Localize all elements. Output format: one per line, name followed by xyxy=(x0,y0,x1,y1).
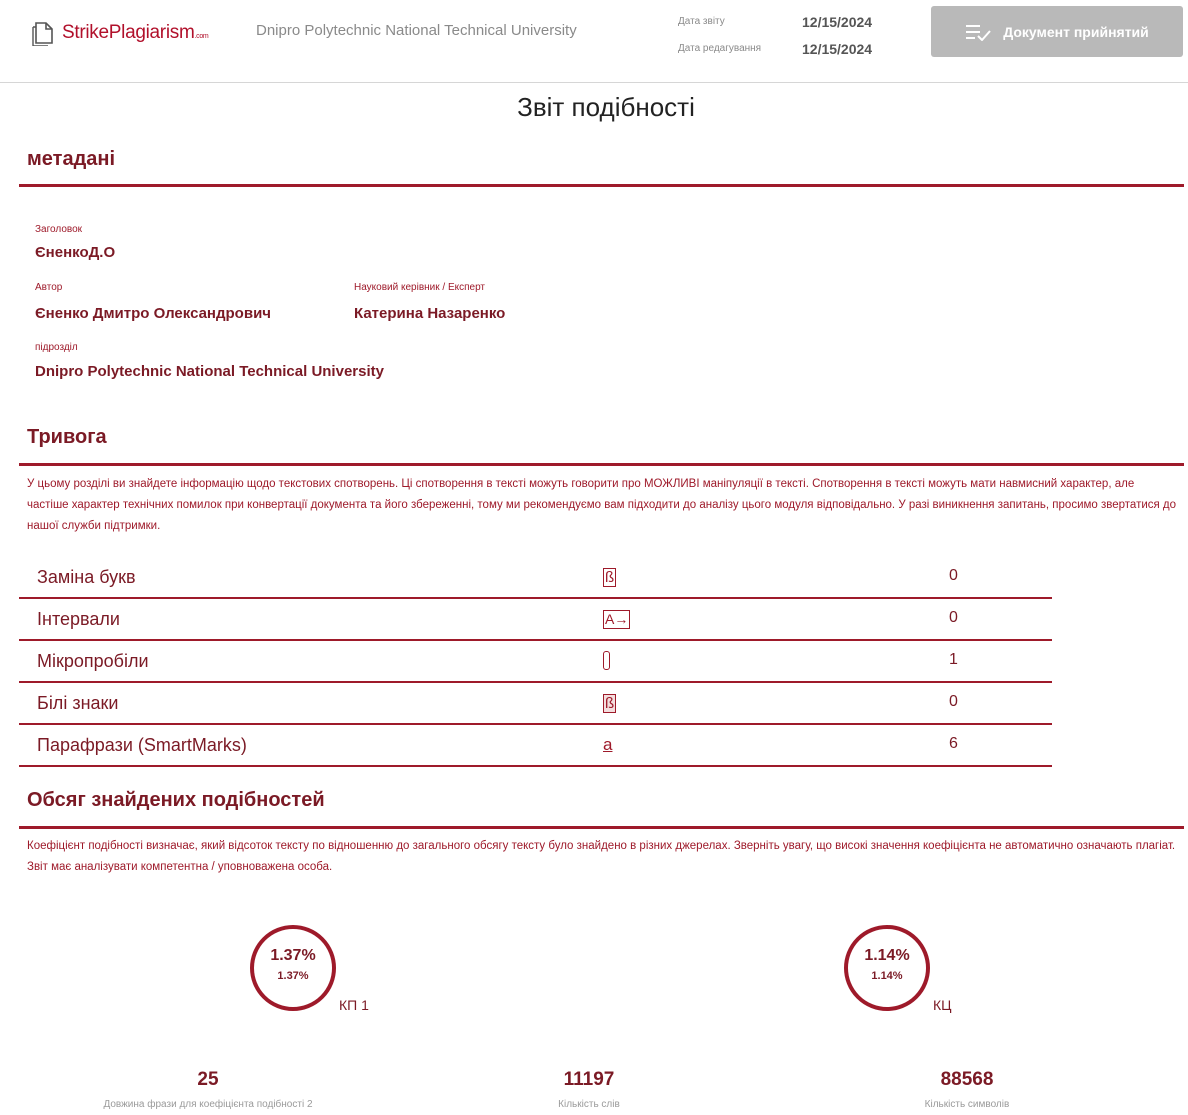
alert-row-micro-spaces: Мікропробіли 1 xyxy=(19,641,1052,683)
alert-row-name: Білі знаки xyxy=(37,693,119,713)
alert-row-count: 0 xyxy=(949,609,958,626)
coefficient-2-circle: 1.14% 1.14% xyxy=(844,925,930,1011)
phrase-length-value: 25 xyxy=(197,1069,219,1090)
alert-row-name: Заміна букв xyxy=(37,567,136,587)
similarity-heading: Обсяг знайдених подібностей xyxy=(27,789,325,811)
paraphrase-icon: a xyxy=(603,735,613,754)
alert-row-count: 0 xyxy=(949,693,958,710)
coefficient-1-subvalue: 1.37% xyxy=(277,970,309,982)
title-value: ЄненкоД.О xyxy=(35,244,116,261)
alert-row-paraphrase: Парафрази (SmartMarks) a 6 xyxy=(19,725,1052,767)
alert-description: У цьому розділі ви знайдете інформацію щ… xyxy=(27,478,1177,532)
alert-divider xyxy=(19,463,1184,466)
list-check-icon xyxy=(966,24,991,41)
alert-row-count: 6 xyxy=(949,735,958,752)
word-count-label: Кількість слів xyxy=(558,1099,620,1110)
alert-row-white-chars: Білі знаки ß 0 xyxy=(19,683,1052,725)
alert-table: Заміна букв ß 0 Інтервали A→ 0 Мікропроб… xyxy=(19,557,1052,767)
edit-date: 12/15/2024 xyxy=(802,40,873,57)
report-header: StrikePlagiarism.com Dnipro Polytechnic … xyxy=(0,0,1188,83)
alert-row-letter-replace: Заміна букв ß 0 xyxy=(19,557,1052,599)
strikeplagiarism-logo[interactable]: StrikePlagiarism.com xyxy=(32,20,209,46)
alert-heading: Тривога xyxy=(27,426,107,448)
coefficient-2-label: КЦ xyxy=(933,997,952,1013)
author-label: Автор xyxy=(35,282,63,293)
coefficient-2-value: 1.14% xyxy=(864,947,910,964)
coefficient-2-subvalue: 1.14% xyxy=(871,970,903,982)
alert-row-count: 1 xyxy=(949,651,958,668)
letter-replace-icon: ß xyxy=(603,568,617,587)
title-label: Заголовок xyxy=(35,224,83,235)
alert-row-name: Інтервали xyxy=(37,609,120,629)
document-accepted-label: Документ прийнятий xyxy=(1003,23,1149,40)
report-dates: Дата звіту 12/15/2024 Дата редагування 12/… xyxy=(678,8,872,62)
document-accepted-button[interactable]: Документ прийнятий xyxy=(931,6,1183,57)
char-count-label: Кількість символів xyxy=(924,1099,1010,1110)
alert-row-name: Мікропробіли xyxy=(37,651,149,671)
phrase-length-label: Довжина фрази для коефіцієнта подібності… xyxy=(103,1099,313,1110)
interval-arrow-icon: A→ xyxy=(603,610,631,629)
alert-row-intervals: Інтервали A→ 0 xyxy=(19,599,1052,641)
report-date: 12/15/2024 xyxy=(802,13,873,30)
alert-row-count: 0 xyxy=(949,567,958,584)
report-date-label: Дата звіту xyxy=(678,16,725,27)
document-logo-icon xyxy=(32,22,53,46)
similarity-description: Коефіцієнт подібності визначає, який від… xyxy=(27,840,1176,873)
similarity-divider xyxy=(19,826,1184,829)
micro-space-icon xyxy=(603,651,610,675)
page-title: Звіт подібності xyxy=(517,92,695,122)
unit-label: підрозділ xyxy=(35,342,78,353)
alert-row-name: Парафрази (SmartMarks) xyxy=(37,735,247,755)
supervisor-label: Науковий керівник / Експерт xyxy=(354,282,486,293)
coefficient-1-label: КП 1 xyxy=(339,997,369,1013)
coefficient-1-circle: 1.37% 1.37% xyxy=(250,925,336,1011)
supervisor-value: Катерина Назаренко xyxy=(354,305,506,322)
coefficient-1-value: 1.37% xyxy=(270,947,316,964)
word-count-value: 11197 xyxy=(563,1069,615,1090)
metadata-heading: метадані xyxy=(27,148,116,170)
unit-value: Dnipro Polytechnic National Technical Un… xyxy=(35,363,384,380)
edit-date-label: Дата редагування xyxy=(678,43,762,54)
logo-text: StrikePlagiarism.com xyxy=(62,22,209,43)
char-count-value: 88568 xyxy=(940,1069,994,1090)
metadata-divider xyxy=(19,184,1184,187)
author-value: Єненко Дмитро Олександрович xyxy=(35,305,271,322)
header-university: Dnipro Polytechnic National Technical Un… xyxy=(256,22,577,39)
white-chars-icon: ß xyxy=(603,694,617,713)
